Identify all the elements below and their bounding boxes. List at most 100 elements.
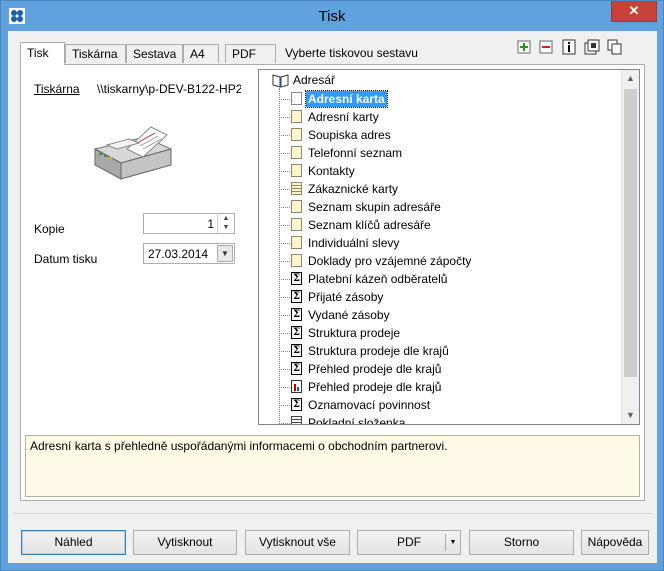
report-tree[interactable]: Adresář Adresní karta Adresní karty Soupis… xyxy=(258,69,640,425)
tree-item[interactable]: Σ Vydané zásoby xyxy=(279,306,619,324)
window-title: Tisk xyxy=(318,8,346,25)
chart-icon xyxy=(291,380,302,393)
dialog-body: Tisk Tiskárna Sestava A4 PDF Vyberte tis… xyxy=(8,31,657,563)
tree-item-label: Soupiska adres xyxy=(308,128,391,142)
tree-connector xyxy=(279,99,290,100)
preview-button-label: Náhled xyxy=(54,535,93,549)
tree-connector xyxy=(279,369,290,370)
duplicate-icon[interactable] xyxy=(607,39,623,55)
close-button[interactable]: ✕ xyxy=(611,1,657,22)
cancel-button[interactable]: Storno xyxy=(469,530,574,555)
tree-root-label: Adresář xyxy=(293,73,336,87)
tree-item[interactable]: Telefonní seznam xyxy=(279,144,619,162)
tree-item[interactable]: Přehled prodeje dle krajů xyxy=(279,378,619,396)
tree-item-label: Doklady pro vzájemné zápočty xyxy=(308,254,472,268)
tab-tisk[interactable]: Tisk xyxy=(20,42,65,65)
tree-item[interactable]: Σ Přehled prodeje dle krajů xyxy=(279,360,619,378)
tree-item-label: Individuální slevy xyxy=(308,236,400,250)
table-icon xyxy=(291,182,302,195)
tree-item[interactable]: Σ Oznamovací povinnost xyxy=(279,396,619,414)
printer-name: \\tiskarny\p-DEV-B122-HP2 xyxy=(97,82,241,96)
spin-down-icon[interactable]: ▼ xyxy=(218,223,234,232)
tree-connector xyxy=(279,315,290,316)
tree-item-label: Struktura prodeje xyxy=(308,326,401,340)
tree-item[interactable]: Adresní karty xyxy=(279,108,619,126)
sigma-icon: Σ xyxy=(291,272,302,285)
tree-connector xyxy=(279,261,290,262)
tab-tiskarna[interactable]: Tiskárna xyxy=(65,44,126,63)
info-icon[interactable] xyxy=(561,39,577,55)
tree-connector xyxy=(279,333,290,334)
sigma-icon: Σ xyxy=(291,344,302,357)
print-date-label: Datum tisku xyxy=(34,252,98,266)
help-button[interactable]: Nápověda xyxy=(581,530,649,555)
tree-item-label: Seznam skupin adresáře xyxy=(308,200,441,214)
sigma-icon: Σ xyxy=(291,326,302,339)
tree-item[interactable]: Σ Struktura prodeje xyxy=(279,324,619,342)
page-icon xyxy=(291,146,302,159)
print-button[interactable]: Vytisknout xyxy=(133,530,237,555)
tree-connector xyxy=(279,423,290,424)
sigma-icon: Σ xyxy=(291,362,302,375)
print-all-button[interactable]: Vytisknout vše xyxy=(245,530,350,555)
printer-label[interactable]: Tiskárna xyxy=(34,82,80,96)
tree-scrollbar[interactable]: ▲ ▼ xyxy=(621,70,639,424)
tree-item[interactable]: Seznam skupin adresáře xyxy=(279,198,619,216)
spin-up-icon[interactable]: ▲ xyxy=(218,214,234,223)
pdf-button[interactable]: PDF ▼ xyxy=(357,530,461,555)
tree-item[interactable]: Σ Platební kázeň odběratelů xyxy=(279,270,619,288)
tree-item-label: Adresní karty xyxy=(308,110,379,124)
tree-connector xyxy=(279,207,290,208)
chevron-down-icon[interactable]: ▼ xyxy=(217,245,233,262)
print-date-field[interactable]: 27.03.2014 ▼ xyxy=(143,243,235,264)
tree-item[interactable]: Zákaznické karty xyxy=(279,180,619,198)
scroll-up-icon[interactable]: ▲ xyxy=(622,70,639,87)
tree-item[interactable]: Soupiska adres xyxy=(279,126,619,144)
tree-item-label: Adresní karta xyxy=(305,90,388,108)
tab-panel-tisk: Tiskárna \\tiskarny\p-DEV-B122-HP2 Kopie… xyxy=(20,64,645,501)
divider xyxy=(13,513,652,514)
tree-item[interactable]: Adresní karta xyxy=(279,90,619,108)
tree-item-label: Přehled prodeje dle krajů xyxy=(308,380,442,394)
tree-item-label: Přijaté zásoby xyxy=(308,290,384,304)
tree-item-label: Pokladní složenka xyxy=(308,416,406,425)
sigma-icon: Σ xyxy=(291,398,302,411)
tab-a4[interactable]: A4 xyxy=(183,44,219,63)
page-icon xyxy=(291,92,302,105)
pdf-dropdown-icon[interactable]: ▼ xyxy=(445,534,460,551)
tree-item-label: Platební kázeň odběratelů xyxy=(308,272,448,286)
tree-connector xyxy=(279,189,290,190)
remove-icon[interactable] xyxy=(538,39,554,55)
tree-item-label: Kontakty xyxy=(308,164,355,178)
scroll-down-icon[interactable]: ▼ xyxy=(622,407,639,424)
tree-connector xyxy=(279,135,290,136)
pdf-button-label: PDF xyxy=(397,535,421,549)
tree-item[interactable]: Seznam klíčů adresáře xyxy=(279,216,619,234)
tab-pdf[interactable]: PDF xyxy=(225,44,276,63)
copies-label: Kopie xyxy=(34,222,65,236)
tree-item-label: Telefonní seznam xyxy=(308,146,403,160)
scroll-thumb[interactable] xyxy=(624,89,637,377)
add-icon[interactable] xyxy=(516,39,532,55)
tree-connector xyxy=(279,117,290,118)
copy-settings-icon[interactable] xyxy=(584,39,600,55)
report-select-caption: Vyberte tiskovou sestavu xyxy=(285,46,418,60)
tab-sestava[interactable]: Sestava xyxy=(126,44,183,63)
tree-item[interactable]: Individuální slevy xyxy=(279,234,619,252)
tree-connector xyxy=(279,225,290,226)
document-icon xyxy=(291,416,302,424)
copies-stepper[interactable]: 1 ▲ ▼ xyxy=(143,213,235,234)
title-bar[interactable]: Tisk ✕ xyxy=(1,1,663,31)
print-button-label: Vytisknout xyxy=(157,535,213,549)
tree-item[interactable]: Σ Přijaté zásoby xyxy=(279,288,619,306)
preview-button[interactable]: Náhled xyxy=(21,530,126,555)
tree-connector xyxy=(279,243,290,244)
tree-item[interactable]: Pokladní složenka xyxy=(279,414,619,425)
print-date-value[interactable]: 27.03.2014 xyxy=(148,247,208,261)
tree-item[interactable]: Doklady pro vzájemné zápočty xyxy=(279,252,619,270)
tree-item-label: Přehled prodeje dle krajů xyxy=(308,362,442,376)
tree-item[interactable]: Σ Struktura prodeje dle krajů xyxy=(279,342,619,360)
tree-item-label: Oznamovací povinnost xyxy=(308,398,431,412)
tree-item[interactable]: Kontakty xyxy=(279,162,619,180)
copies-value[interactable]: 1 xyxy=(207,217,214,231)
